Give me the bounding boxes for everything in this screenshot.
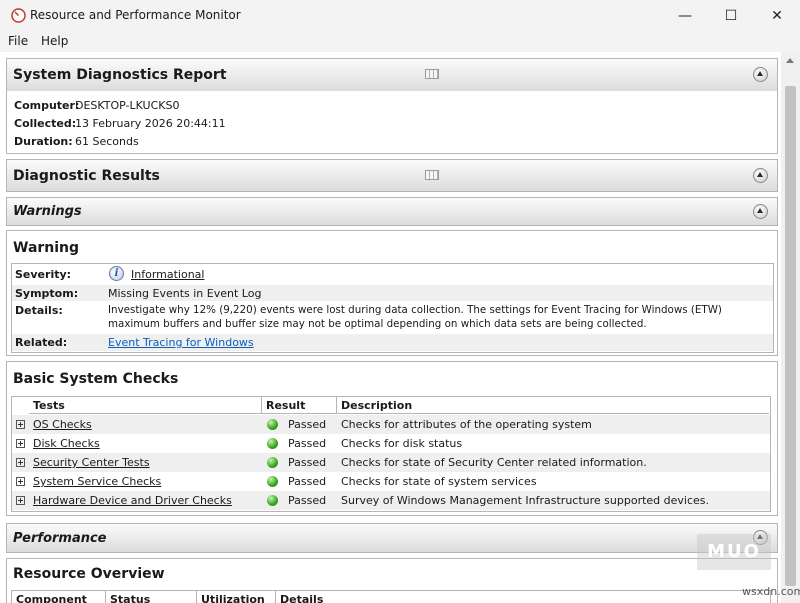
column-details[interactable]: Details — [276, 591, 376, 603]
test-name[interactable]: Hardware Device and Driver Checks — [33, 491, 232, 510]
details-label: Details: — [15, 304, 63, 317]
test-description: Checks for state of Security Center rela… — [341, 456, 647, 469]
menu-bar: File Help — [0, 32, 800, 52]
column-tests[interactable]: Tests — [29, 397, 262, 414]
performance-panel: Performance — [6, 523, 778, 553]
column-utilization[interactable]: Utilization — [197, 591, 276, 603]
table-view-icon[interactable] — [425, 170, 439, 180]
performance-monitor-icon — [11, 8, 26, 23]
report-title: System Diagnostics Report — [13, 67, 227, 83]
test-result: Passed — [288, 494, 327, 507]
muo-watermark-logo: MUO — [697, 534, 771, 570]
symptom-value: Missing Events in Event Log — [108, 287, 262, 300]
test-result: Passed — [288, 475, 327, 488]
information-icon: i — [109, 266, 124, 281]
minimize-button[interactable]: — — [662, 0, 708, 32]
passed-status-icon — [267, 495, 278, 506]
collapse-warnings-icon[interactable] — [753, 204, 768, 219]
computer-value: DESKTOP-LKUCKS0 — [75, 99, 180, 112]
test-name[interactable]: OS Checks — [33, 415, 92, 434]
test-description: Checks for state of system services — [341, 475, 537, 488]
resource-overview-panel: Resource Overview Component Status Utili… — [6, 558, 778, 603]
severity-label: Severity: — [15, 268, 72, 281]
test-result: Passed — [288, 437, 327, 450]
warnings-title: Warnings — [13, 204, 82, 219]
column-result[interactable]: Result — [262, 397, 337, 414]
scroll-up-icon[interactable] — [786, 58, 794, 63]
menu-help[interactable]: Help — [41, 34, 68, 48]
column-component[interactable]: Component — [12, 591, 106, 603]
collapse-diagnostic-results-icon[interactable] — [753, 168, 768, 183]
test-name[interactable]: Security Center Tests — [33, 453, 150, 472]
related-label: Related: — [15, 336, 68, 349]
column-status[interactable]: Status — [106, 591, 197, 603]
basic-system-checks-panel: Basic System Checks Tests Result Descrip… — [6, 361, 778, 516]
severity-value[interactable]: Informational — [131, 268, 204, 281]
basic-checks-table: Tests Result Description OS Checks Passe… — [11, 396, 771, 512]
diagnostic-results-header[interactable]: Diagnostic Results — [7, 160, 777, 191]
expand-icon[interactable] — [16, 439, 25, 448]
collected-value: 13 February 2026 20:44:11 — [75, 117, 226, 130]
test-name[interactable]: System Service Checks — [33, 472, 161, 491]
expand-icon[interactable] — [16, 496, 25, 505]
test-description: Checks for attributes of the operating s… — [341, 418, 592, 431]
performance-header[interactable]: Performance — [7, 524, 777, 552]
resource-overview-title: Resource Overview — [13, 566, 165, 582]
report-header[interactable]: System Diagnostics Report — [7, 59, 777, 91]
test-description: Survey of Windows Management Infrastruct… — [341, 494, 710, 507]
test-name[interactable]: Disk Checks — [33, 434, 100, 453]
collapse-report-icon[interactable] — [753, 67, 768, 82]
performance-title: Performance — [13, 531, 107, 546]
duration-value: 61 Seconds — [75, 135, 139, 148]
basic-checks-title: Basic System Checks — [13, 371, 179, 387]
scroll-thumb[interactable] — [785, 86, 796, 586]
expand-icon[interactable] — [16, 420, 25, 429]
passed-status-icon — [267, 457, 278, 468]
details-line-1: Investigate why 12% (9,220) events were … — [108, 304, 722, 316]
diagnostic-results-title: Diagnostic Results — [13, 168, 160, 184]
warnings-panel: Warnings — [6, 197, 778, 226]
passed-status-icon — [267, 438, 278, 449]
computer-label: Computer: — [14, 99, 80, 112]
table-view-icon[interactable] — [425, 69, 439, 79]
menu-file[interactable]: File — [8, 34, 28, 48]
warning-panel: Warning Severity: i Informational Sympto… — [6, 230, 778, 356]
diagnostic-results-panel: Diagnostic Results — [6, 159, 778, 192]
details-line-2: maximum buffers and buffer size may not … — [108, 318, 647, 330]
close-button[interactable]: ✕ — [754, 0, 800, 32]
window-title: Resource and Performance Monitor — [30, 8, 241, 22]
warnings-header[interactable]: Warnings — [7, 198, 777, 225]
maximize-button[interactable]: ☐ — [708, 0, 754, 32]
expand-icon[interactable] — [16, 458, 25, 467]
site-watermark: wsxdn.com — [742, 585, 800, 598]
passed-status-icon — [267, 476, 278, 487]
warning-title: Warning — [13, 240, 80, 256]
symptom-label: Symptom: — [15, 287, 79, 300]
collected-label: Collected: — [14, 117, 77, 130]
system-diagnostics-report-panel: System Diagnostics Report Computer: DESK… — [6, 58, 778, 154]
test-result: Passed — [288, 418, 327, 431]
warning-details-box: Severity: i Informational Symptom: Missi… — [11, 263, 774, 353]
title-bar: Resource and Performance Monitor — ☐ ✕ — [0, 0, 800, 32]
vertical-scrollbar[interactable] — [781, 52, 800, 603]
passed-status-icon — [267, 419, 278, 430]
column-description[interactable]: Description — [337, 397, 769, 414]
duration-label: Duration: — [14, 135, 73, 148]
test-result: Passed — [288, 456, 327, 469]
report-content: System Diagnostics Report Computer: DESK… — [0, 52, 781, 603]
test-description: Checks for disk status — [341, 437, 463, 450]
event-tracing-link[interactable]: Event Tracing for Windows — [108, 336, 254, 349]
resource-overview-table: Component Status Utilization Details — [11, 590, 771, 603]
expand-icon[interactable] — [16, 477, 25, 486]
